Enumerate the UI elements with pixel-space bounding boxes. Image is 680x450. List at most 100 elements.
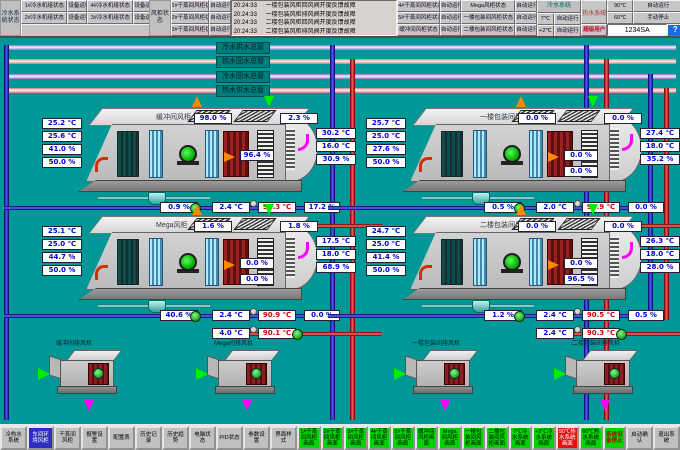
user-role-label: 超级用户 [581,24,607,36]
fan-motor-indicator[interactable] [179,253,197,271]
toolbar-button[interactable]: 退出系统 [653,426,680,450]
fan-run-indicator[interactable] [93,368,104,379]
toolbar-button[interactable]: 7℃冷水系统画面 [509,426,533,450]
chiller-group-label: 冷水系统状态 [0,0,21,36]
fan-motor-indicator[interactable] [503,145,521,163]
toolbar-button[interactable]: 干蒸间风柜 [54,426,81,450]
chiller-status-button[interactable]: 设备运行 [67,0,87,12]
supply-temp-value: 17.5 ℃ [316,236,356,247]
toolbar-button[interactable]: 参数设置 [243,426,270,450]
help-button[interactable]: ? [667,24,680,36]
fan-status-button[interactable]: 自动运行 [515,24,536,36]
mid-damper-value: 0.0 % [240,274,274,285]
fan-status-button[interactable]: 自动运行 [209,12,230,24]
exhaust-fan-unit: 一楼包装间排风机 [398,338,494,416]
exhaust-fan-unit: 缓冲间排风机 [42,338,138,416]
supply-humidity-value: 30.9 % [316,154,356,165]
fan-name: 一楼包装间风柜状态 [461,12,515,24]
toolbar-button[interactable]: 二楼包装间风柜画面 [485,426,509,450]
toolbar-button[interactable]: 2#干蒸间风柜画面 [321,426,345,450]
cold-water-system-block: 冷水系统 7℃ 自动运行 +2℃ 自动运行 [537,0,582,36]
hot-status-button[interactable]: 自动运行 [633,0,680,12]
fan-status-button[interactable]: 自动运行 [209,0,230,12]
louver-icon [286,236,295,278]
fan-body[interactable] [416,350,474,396]
ahu-base [402,288,626,300]
inlet-air-arrow [554,368,566,380]
supply-temp-value: 26.3 ℃ [640,236,680,247]
fan-run-indicator[interactable] [251,368,262,379]
inlet-air-arrow [196,368,208,380]
toolbar-button[interactable]: PID状态 [216,426,243,450]
toolbar-button[interactable]: 冷热水系统 [0,426,27,450]
toolbar-button[interactable]: 历史趋势 [162,426,189,450]
chiller-status-button[interactable]: 设备运行 [133,12,149,24]
cold-status-button[interactable]: 自动运行 [554,25,581,36]
cold-status-button[interactable]: 自动运行 [554,13,581,25]
sensor-icon [250,200,257,207]
room-temp-setpoint: 25.0 ℃ [366,239,406,250]
alarm-row[interactable]: 20:24:33 一楼包装风柜排风阀开度反馈故障 [234,11,397,20]
alarm-row[interactable]: 20:24:33 二楼包装风柜排风阀开度反馈故障 [234,28,397,36]
toolbar-button[interactable]: 缓冲间风柜画面 [415,426,439,450]
fan-run-indicator[interactable] [609,368,620,379]
toolbar-button[interactable]: +2℃冷水系统画面 [532,426,556,450]
fan-status-item: Mega风柜状态 自动运行 [461,0,537,12]
hot-status-button[interactable]: 手动停止 [633,12,680,24]
toolbar-button[interactable]: 5#干蒸间风柜画面 [391,426,415,450]
exhaust-air-arrow [516,96,526,107]
inlet-air-arrow [38,368,50,380]
room-humidity-value: 41.4 % [366,252,406,263]
chiller-status-button[interactable]: 设备运行 [67,12,87,24]
fan-label: 缓冲间排风机 [56,338,92,347]
fan-body[interactable] [576,350,634,396]
toolbar-button[interactable]: 车间环境风柜 [27,426,54,450]
return-damper-value: 0.0 % [518,113,556,124]
toolbar-button[interactable]: 60℃热水系统画面 [579,426,603,450]
fan-motor-indicator[interactable] [179,145,197,163]
toolbar-button[interactable]: 配置表 [108,426,135,450]
cold-valve-icon[interactable] [190,311,201,322]
toolbar-button[interactable]: 4#干蒸间风柜画面 [368,426,392,450]
louver-icon [610,236,619,278]
alarm-row[interactable]: 20:24:33 二楼包装风柜回风阀开度反馈故障 [234,19,397,28]
chiller-status-button[interactable]: 设备运行 [133,0,149,12]
fan-status-button[interactable]: 自动运行 [515,0,536,12]
cold-valve-icon[interactable] [514,311,525,322]
toolbar-button[interactable]: 系统设备停止 [603,426,627,450]
filter-section [473,238,487,286]
fan-status-button[interactable]: 自动运行 [440,0,461,12]
room-temp-value: 25.1 ℃ [42,226,82,237]
fan-body[interactable] [60,350,118,396]
supply-humidity-value: 28.0 % [640,262,680,273]
fan-motor-indicator[interactable] [503,253,521,271]
toolbar-button[interactable]: Mega间风柜画面 [438,426,462,450]
user-id-input[interactable] [607,24,667,36]
toolbar-button[interactable]: 历史记录 [135,426,162,450]
fan-run-indicator[interactable] [449,368,460,379]
cold-setpoint: 7℃ [537,13,554,25]
toolbar-button[interactable]: 界面样式 [270,426,297,450]
fan-name: 5#干蒸间风柜状态 [397,12,440,24]
alarm-time: 20:24:33 [234,2,266,11]
fan-status-button[interactable]: 自动运行 [209,24,230,36]
toolbar-button[interactable]: 报警设置 [81,426,108,450]
supply-air-readouts: 26.3 ℃ 18.0 ℃ 28.0 % [640,236,680,275]
return-damper-value: 1.6 % [194,221,232,232]
fan-status-button[interactable]: 自动运行 [515,12,536,24]
alarm-row[interactable]: 20:24:33 一楼包装风柜回风阀开度反馈故障 [234,2,397,11]
alarm-time: 20:24:33 [234,28,266,36]
filter-section [149,130,163,178]
fan-status-button[interactable]: 自动运行 [440,24,461,36]
toolbar-button[interactable]: 启动确认 [626,426,653,450]
toolbar-button[interactable]: 3#干蒸间风柜画面 [344,426,368,450]
fan-status-item: 4#干蒸间风柜状态 自动运行 [397,0,461,12]
chiller-status-item: 2#冷水机组状态 设备运行 [21,12,87,24]
toolbar-button[interactable]: 电脑状态 [189,426,216,450]
toolbar-button[interactable]: 1#干蒸间风柜画面 [297,426,321,450]
room-humidity-setpoint: 50.0 % [366,157,406,168]
fan-status-button[interactable]: 自动运行 [440,12,461,24]
toolbar-button[interactable]: 90℃热水系统画面 [556,426,580,450]
fan-body[interactable] [218,350,276,396]
toolbar-button[interactable]: 一楼包装间风柜画面 [462,426,486,450]
